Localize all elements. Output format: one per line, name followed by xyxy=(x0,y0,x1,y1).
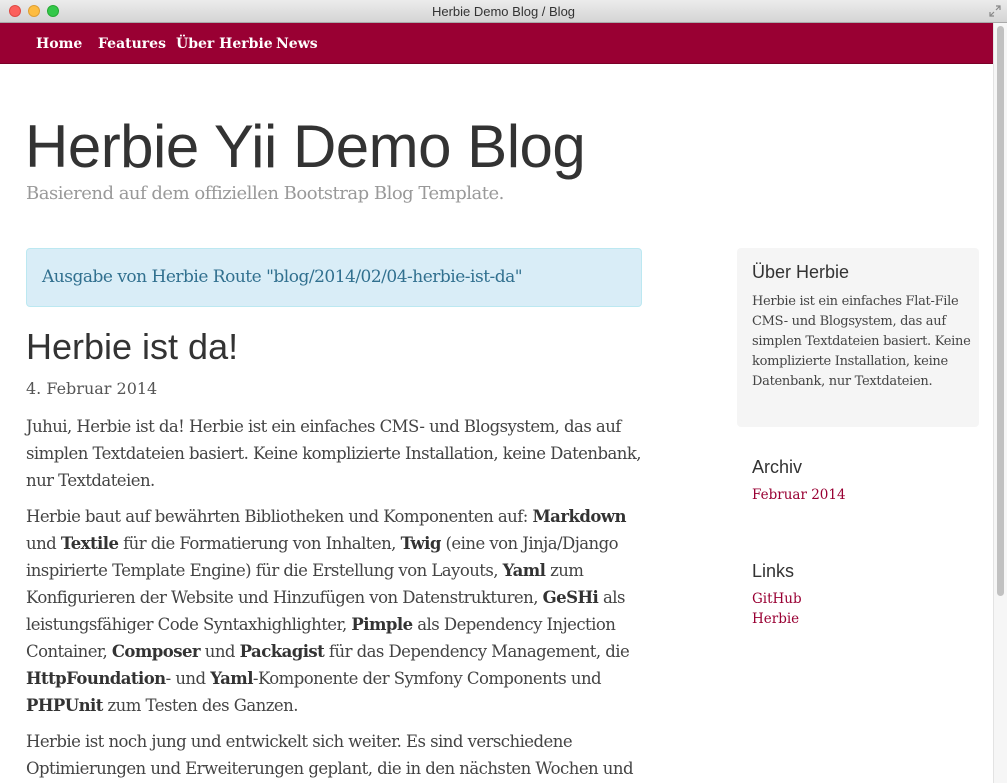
bold-term: Yaml xyxy=(210,669,253,688)
text-run: für das Dependency Management, die xyxy=(324,642,630,661)
sidebar-about-title: Über Herbie xyxy=(752,262,850,282)
link-github[interactable]: GitHub xyxy=(752,591,802,607)
text-run: für die Formatierung von Inhalten, xyxy=(118,534,401,553)
bold-term: Twig xyxy=(400,534,442,553)
alert-text: Ausgabe von Herbie Route "blog/2014/02/0… xyxy=(42,267,523,287)
bold-term: GeSHi xyxy=(542,588,599,607)
bold-term: HttpFoundation xyxy=(26,669,166,688)
nav-item-news[interactable]: News xyxy=(276,36,318,52)
text-run: und xyxy=(200,642,240,661)
archive-heading: Archiv xyxy=(752,457,803,477)
vertical-scrollbar[interactable] xyxy=(993,23,1007,783)
text-run: zum Testen des Ganzen. xyxy=(102,696,299,715)
sidebar-about-text: Herbie ist ein einfaches Flat-File CMS- … xyxy=(752,294,971,389)
nav-item-home[interactable]: Home xyxy=(36,36,82,52)
post-body: Juhui, Herbie ist da! Herbie ist ein ein… xyxy=(26,413,646,783)
link-herbie[interactable]: Herbie xyxy=(752,611,799,627)
window-title: Herbie Demo Blog / Blog xyxy=(431,4,576,19)
bold-term: Textile xyxy=(60,534,119,553)
blog-description: Basierend auf dem offiziellen Bootstrap … xyxy=(26,183,504,204)
text-run: Herbie baut auf bewährten Bibliotheken u… xyxy=(26,507,533,526)
post-title: Herbie ist da! xyxy=(26,326,239,367)
post-paragraph: Juhui, Herbie ist da! Herbie ist ein ein… xyxy=(26,417,642,490)
bold-term: Packagist xyxy=(239,642,325,661)
scrollbar-thumb[interactable] xyxy=(997,26,1004,596)
window-titlebar: Herbie Demo Blog / Blog xyxy=(0,0,1007,23)
nav-item-features[interactable]: Features xyxy=(98,36,166,52)
text-run: - und xyxy=(165,669,211,688)
links-heading: Links xyxy=(752,561,795,581)
post-paragraph: Herbie ist noch jung und entwickelt sich… xyxy=(26,732,634,778)
bold-term: Markdown xyxy=(532,507,626,526)
bold-term: Composer xyxy=(111,642,201,661)
fullscreen-icon[interactable] xyxy=(989,5,1001,17)
archive-link-februar-2014[interactable]: Februar 2014 xyxy=(752,487,846,503)
top-navbar: Home Features Über Herbie News xyxy=(0,23,993,64)
text-run: und xyxy=(26,534,61,553)
post-date: 4. Februar 2014 xyxy=(26,379,158,398)
bold-term: Yaml xyxy=(502,561,546,580)
nav-item-ueber-herbie[interactable]: Über Herbie xyxy=(176,36,273,52)
bold-term: PHPUnit xyxy=(26,696,103,715)
bold-term: Pimple xyxy=(351,615,413,634)
sidebar-about-box: Über Herbie Herbie ist ein einfaches Fla… xyxy=(737,248,979,427)
blog-title: Herbie Yii Demo Blog xyxy=(25,113,586,180)
route-info-alert: Ausgabe von Herbie Route "blog/2014/02/0… xyxy=(26,248,642,307)
post-paragraph: Herbie baut auf bewährten Bibliotheken u… xyxy=(26,503,646,719)
text-run: -Komponente der Symfony Components und xyxy=(252,669,602,688)
